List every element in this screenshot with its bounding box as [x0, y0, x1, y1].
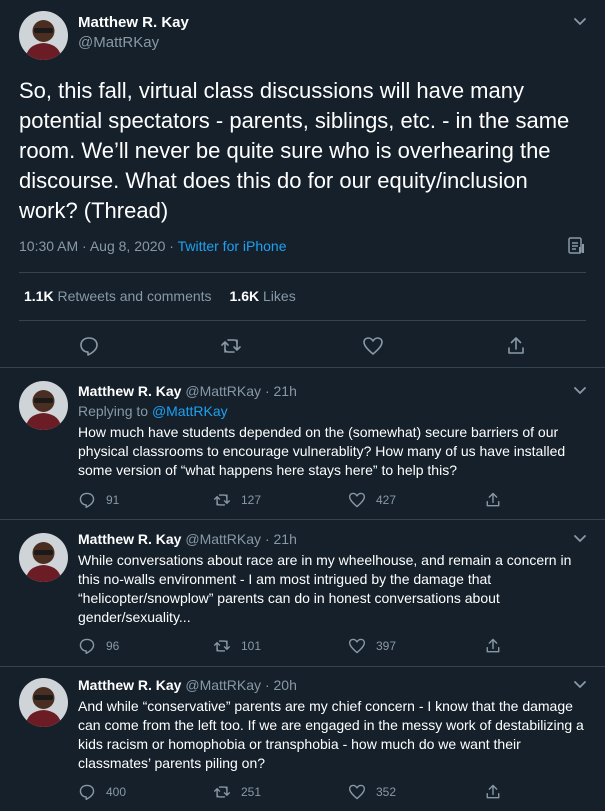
- share-icon: [486, 638, 500, 653]
- reply-header: Matthew R. Kay @MattRKay · 21h: [78, 531, 297, 547]
- reply-count: 96: [106, 639, 120, 653]
- author-name[interactable]: Matthew R. Kay: [78, 14, 189, 31]
- divider: [19, 320, 586, 321]
- tweet-source[interactable]: Twitter for iPhone: [178, 238, 287, 254]
- reply-button[interactable]: 91: [78, 491, 119, 509]
- likes-label: Likes: [263, 288, 296, 304]
- reply-tweet[interactable]: Matthew R. Kay @MattRKay · 21h Replying …: [0, 367, 605, 519]
- reply-header: Matthew R. Kay @MattRKay · 20h: [78, 677, 297, 693]
- tweet-text: So, this fall, virtual class discussions…: [19, 78, 570, 223]
- tweet-text: While conversations about race are in my…: [78, 552, 572, 625]
- share-icon: [486, 492, 500, 507]
- retweet-count: 127: [241, 493, 262, 507]
- reply-icon[interactable]: [78, 335, 100, 357]
- avatar[interactable]: [19, 11, 68, 60]
- retweet-icon: [213, 494, 231, 506]
- reply-header: Matthew R. Kay @MattRKay · 21h: [78, 383, 297, 399]
- likes-stat[interactable]: 1.6K Likes: [230, 288, 296, 304]
- chevron-down-icon[interactable]: [573, 17, 587, 27]
- like-button[interactable]: 427: [348, 491, 396, 509]
- reply-icon: [79, 784, 95, 801]
- reply-tweet[interactable]: Matthew R. Kay @MattRKay · 21h While con…: [0, 519, 605, 666]
- author-handle[interactable]: @MattRKay: [185, 531, 261, 547]
- divider: [19, 272, 586, 273]
- tweet-date[interactable]: Aug 8, 2020: [90, 238, 166, 254]
- tweet-text: And while “conservative” parents are my …: [78, 698, 584, 771]
- avatar[interactable]: [19, 678, 68, 727]
- tweet-age[interactable]: 21h: [274, 383, 297, 399]
- chevron-down-icon[interactable]: [573, 386, 587, 396]
- meta-separator: ·: [82, 238, 87, 254]
- tweet-stats: 1.1K Retweets and comments 1.6K Likes: [24, 288, 296, 304]
- author-handle[interactable]: @MattRKay: [78, 34, 159, 51]
- chevron-down-icon[interactable]: [573, 680, 587, 690]
- reply-icon: [79, 492, 95, 509]
- retweet-icon[interactable]: [220, 335, 242, 357]
- replying-handle-link[interactable]: @MattRKay: [152, 403, 228, 419]
- retweets-label: Retweets and comments: [57, 288, 212, 304]
- heart-icon: [348, 638, 366, 654]
- like-button[interactable]: 352: [348, 783, 396, 801]
- tweet-age[interactable]: 21h: [274, 531, 297, 547]
- meta-separator: ·: [264, 677, 270, 693]
- tweet-text: How much have students depended on the (…: [78, 424, 566, 478]
- share-button[interactable]: [484, 783, 502, 801]
- reply-count: 91: [106, 493, 120, 507]
- likes-count: 1.6K: [229, 288, 260, 304]
- reply-icon: [79, 638, 95, 655]
- author-handle[interactable]: @MattRKay: [185, 383, 261, 399]
- author-handle[interactable]: @MattRKay: [185, 677, 261, 693]
- like-count: 427: [376, 493, 397, 507]
- analytics-icon[interactable]: [566, 236, 586, 256]
- retweet-button[interactable]: 251: [213, 783, 261, 801]
- author-name[interactable]: Matthew R. Kay: [78, 531, 181, 547]
- meta-separator: ·: [264, 383, 270, 399]
- retweet-icon: [213, 786, 231, 798]
- share-icon[interactable]: [505, 335, 527, 357]
- tweet-age[interactable]: 20h: [274, 677, 297, 693]
- reply-button[interactable]: 96: [78, 637, 119, 655]
- author-name[interactable]: Matthew R. Kay: [78, 383, 181, 399]
- tweet-meta: 10:30 AM · Aug 8, 2020 · Twitter for iPh…: [19, 238, 287, 254]
- author-name[interactable]: Matthew R. Kay: [78, 677, 181, 693]
- reply-count: 400: [106, 785, 127, 799]
- replying-prefix: Replying to: [78, 403, 149, 419]
- share-button[interactable]: [484, 637, 502, 655]
- tweet-time[interactable]: 10:30 AM: [19, 238, 78, 254]
- heart-icon: [348, 492, 366, 508]
- chevron-down-icon[interactable]: [573, 534, 587, 544]
- reply-button[interactable]: 400: [78, 783, 126, 801]
- meta-separator: ·: [264, 531, 270, 547]
- main-tweet: Matthew R. Kay @MattRKay So, this fall, …: [0, 0, 605, 367]
- retweets-count: 1.1K: [24, 288, 54, 304]
- retweet-icon: [213, 640, 231, 652]
- like-count: 352: [376, 785, 397, 799]
- meta-separator: ·: [169, 238, 174, 254]
- retweet-count: 101: [241, 639, 262, 653]
- share-icon: [486, 784, 500, 799]
- avatar[interactable]: [19, 381, 68, 430]
- reply-tweet[interactable]: Matthew R. Kay @MattRKay · 20h And while…: [0, 666, 605, 811]
- share-button[interactable]: [484, 491, 502, 509]
- retweets-stat[interactable]: 1.1K Retweets and comments: [24, 288, 212, 304]
- heart-icon[interactable]: [362, 335, 384, 357]
- heart-icon: [348, 784, 366, 800]
- like-button[interactable]: 397: [348, 637, 396, 655]
- retweet-button[interactable]: 101: [213, 637, 261, 655]
- retweet-button[interactable]: 127: [213, 491, 261, 509]
- avatar[interactable]: [19, 533, 68, 582]
- replying-to: Replying to @MattRKay: [78, 403, 228, 419]
- like-count: 397: [376, 639, 397, 653]
- retweet-count: 251: [241, 785, 262, 799]
